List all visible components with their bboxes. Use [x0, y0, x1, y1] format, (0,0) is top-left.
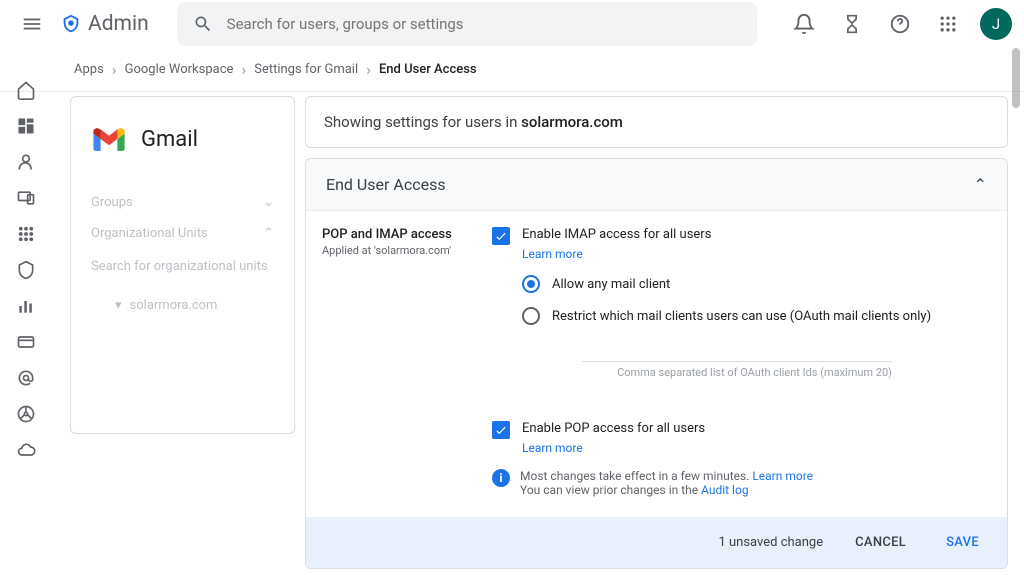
imap-learn-more-link[interactable]: Learn more — [522, 247, 987, 261]
setting-title: POP and IMAP access — [322, 227, 472, 242]
user-icon — [16, 152, 36, 172]
chart-icon — [16, 296, 36, 316]
oauth-clients-input[interactable] — [582, 339, 892, 362]
section-footer: 1 unsaved change CANCEL SAVE — [306, 517, 1007, 568]
crumb-current: End User Access — [379, 62, 477, 77]
search-input[interactable] — [227, 15, 741, 33]
hourglass-icon — [842, 14, 862, 34]
logo[interactable]: Admin — [60, 12, 149, 36]
rail-reports[interactable] — [14, 294, 38, 318]
rail-security[interactable] — [14, 258, 38, 282]
search-bar[interactable] — [177, 2, 757, 46]
radio-allow-any[interactable] — [522, 275, 540, 293]
app-title: Admin — [88, 12, 149, 36]
chevron-right-icon: › — [241, 60, 246, 79]
pop-enable-checkbox[interactable] — [492, 421, 510, 439]
oauth-hint: Comma separated list of OAuth client Ids… — [582, 366, 892, 379]
radio-restrict[interactable] — [522, 307, 540, 325]
info-learn-more-link[interactable]: Learn more — [752, 469, 813, 483]
chevron-right-icon: › — [366, 60, 371, 79]
unsaved-changes-text: 1 unsaved change — [718, 535, 823, 550]
scrollbar[interactable] — [1012, 48, 1022, 575]
card-icon — [16, 332, 36, 352]
rail-users[interactable] — [14, 150, 38, 174]
rail-dashboard[interactable] — [14, 114, 38, 138]
scope-banner: Showing settings for users in solarmora.… — [305, 96, 1008, 148]
home-icon — [16, 80, 36, 100]
ou-root[interactable]: ▾solarmora.com — [91, 298, 274, 313]
ou-search[interactable]: Search for organizational units — [91, 249, 274, 284]
hamburger-icon — [21, 13, 43, 35]
cloud-icon — [16, 440, 36, 460]
rail-account[interactable] — [14, 366, 38, 390]
dashboard-icon — [16, 116, 36, 136]
ou-header[interactable]: Organizational Units⌃ — [91, 218, 274, 249]
end-user-access-section: End User Access ⌃ POP and IMAP access Ap… — [305, 158, 1008, 569]
crumb-gmail[interactable]: Settings for Gmail — [254, 62, 358, 77]
main-menu-button[interactable] — [12, 4, 52, 44]
rail-storage[interactable] — [14, 438, 38, 462]
check-icon — [494, 423, 508, 437]
rail-apps[interactable] — [14, 222, 38, 246]
apps-icon — [17, 225, 35, 243]
tasks-button[interactable] — [832, 4, 872, 44]
pop-enable-label: Enable POP access for all users — [522, 421, 705, 436]
cancel-button[interactable]: CANCEL — [847, 529, 914, 556]
chevron-up-icon: ⌃ — [974, 175, 987, 194]
ou-panel: Gmail Groups⌄ Organizational Units⌃ Sear… — [70, 96, 295, 434]
setting-scope: Applied at 'solarmora.com' — [322, 244, 472, 257]
pop-learn-more-link[interactable]: Learn more — [522, 441, 987, 455]
section-header[interactable]: End User Access ⌃ — [306, 159, 1007, 211]
devices-icon — [16, 188, 36, 208]
save-button[interactable]: SAVE — [938, 529, 987, 556]
at-icon — [16, 368, 36, 388]
rail-rules[interactable] — [14, 402, 38, 426]
steering-icon — [16, 404, 36, 424]
gmail-icon — [91, 121, 127, 157]
chevron-right-icon: › — [112, 60, 117, 79]
page-title: Gmail — [141, 127, 198, 152]
nav-rail — [0, 48, 52, 575]
rail-devices[interactable] — [14, 186, 38, 210]
shield-icon — [16, 260, 36, 280]
help-button[interactable] — [880, 4, 920, 44]
apps-button[interactable] — [928, 4, 968, 44]
help-icon — [889, 13, 911, 35]
imap-enable-label: Enable IMAP access for all users — [522, 227, 711, 242]
content: Gmail Groups⌄ Organizational Units⌃ Sear… — [70, 96, 1008, 569]
rail-home[interactable] — [14, 78, 38, 102]
breadcrumb: Apps › Google Workspace › Settings for Gma… — [0, 48, 1024, 92]
bell-icon — [793, 13, 815, 35]
imap-enable-checkbox[interactable] — [492, 227, 510, 245]
notifications-button[interactable] — [784, 4, 824, 44]
groups-header[interactable]: Groups⌄ — [91, 187, 274, 218]
topbar: Admin J — [0, 0, 1024, 48]
check-icon — [494, 229, 508, 243]
chevron-up-icon: ⌃ — [263, 226, 274, 241]
chevron-down-icon: ⌄ — [263, 195, 274, 210]
search-icon — [193, 14, 213, 34]
admin-logo-icon — [60, 13, 82, 35]
apps-grid-icon — [938, 14, 958, 34]
crumb-workspace[interactable]: Google Workspace — [125, 62, 234, 77]
avatar[interactable]: J — [980, 8, 1012, 40]
scroll-thumb[interactable] — [1012, 48, 1020, 108]
info-icon: i — [492, 469, 510, 487]
audit-log-link[interactable]: Audit log — [701, 483, 748, 497]
rail-billing[interactable] — [14, 330, 38, 354]
crumb-apps[interactable]: Apps — [74, 62, 104, 77]
